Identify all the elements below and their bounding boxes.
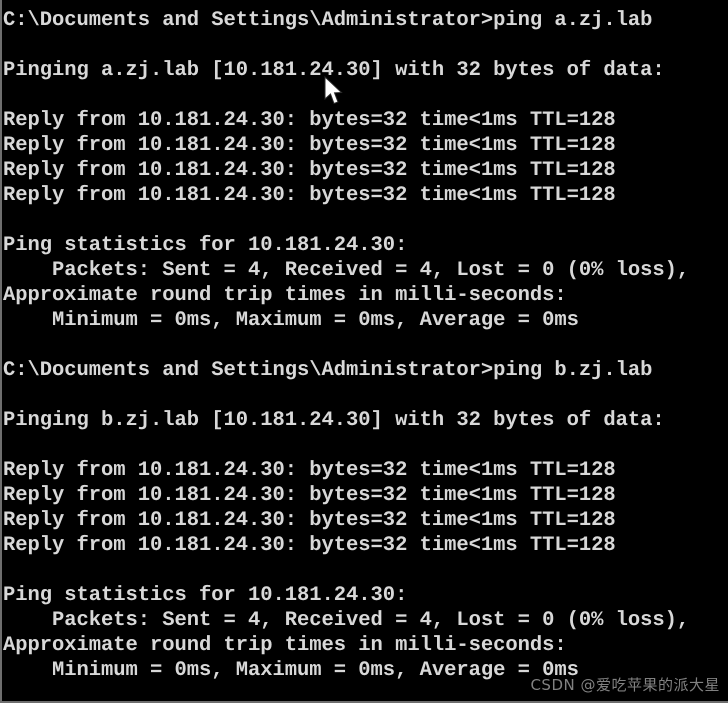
console-line: Packets: Sent = 4, Received = 4, Lost = … (3, 609, 690, 632)
console-line: Reply from 10.181.24.30: bytes=32 time<1… (3, 184, 616, 207)
console-line: Ping statistics for 10.181.24.30: (3, 234, 408, 257)
console-line: Reply from 10.181.24.30: bytes=32 time<1… (3, 534, 616, 557)
console-line: Reply from 10.181.24.30: bytes=32 time<1… (3, 484, 616, 507)
console-line: Reply from 10.181.24.30: bytes=32 time<1… (3, 109, 616, 132)
console-line: Packets: Sent = 4, Received = 4, Lost = … (3, 259, 690, 282)
console-line: Minimum = 0ms, Maximum = 0ms, Average = … (3, 309, 579, 332)
command-prompt-window[interactable]: C:\Documents and Settings\Administrator>… (0, 0, 728, 703)
console-line: Reply from 10.181.24.30: bytes=32 time<1… (3, 509, 616, 532)
console-output-area[interactable]: C:\Documents and Settings\Administrator>… (2, 0, 728, 699)
console-line: Reply from 10.181.24.30: bytes=32 time<1… (3, 459, 616, 482)
console-line: Pinging b.zj.lab [10.181.24.30] with 32 … (3, 409, 665, 432)
console-line: Approximate round trip times in milli-se… (3, 634, 567, 657)
console-line: C:\Documents and Settings\Administrator>… (3, 359, 653, 382)
console-line: Pinging a.zj.lab [10.181.24.30] with 32 … (3, 59, 665, 82)
console-line: C:\Documents and Settings\Administrator>… (3, 9, 653, 32)
console-line: Reply from 10.181.24.30: bytes=32 time<1… (3, 134, 616, 157)
console-line: Approximate round trip times in milli-se… (3, 284, 567, 307)
csdn-watermark: CSDN @爱吃苹果的派大星 (530, 676, 720, 694)
console-line: Reply from 10.181.24.30: bytes=32 time<1… (3, 159, 616, 182)
console-line: Ping statistics for 10.181.24.30: (3, 584, 408, 607)
